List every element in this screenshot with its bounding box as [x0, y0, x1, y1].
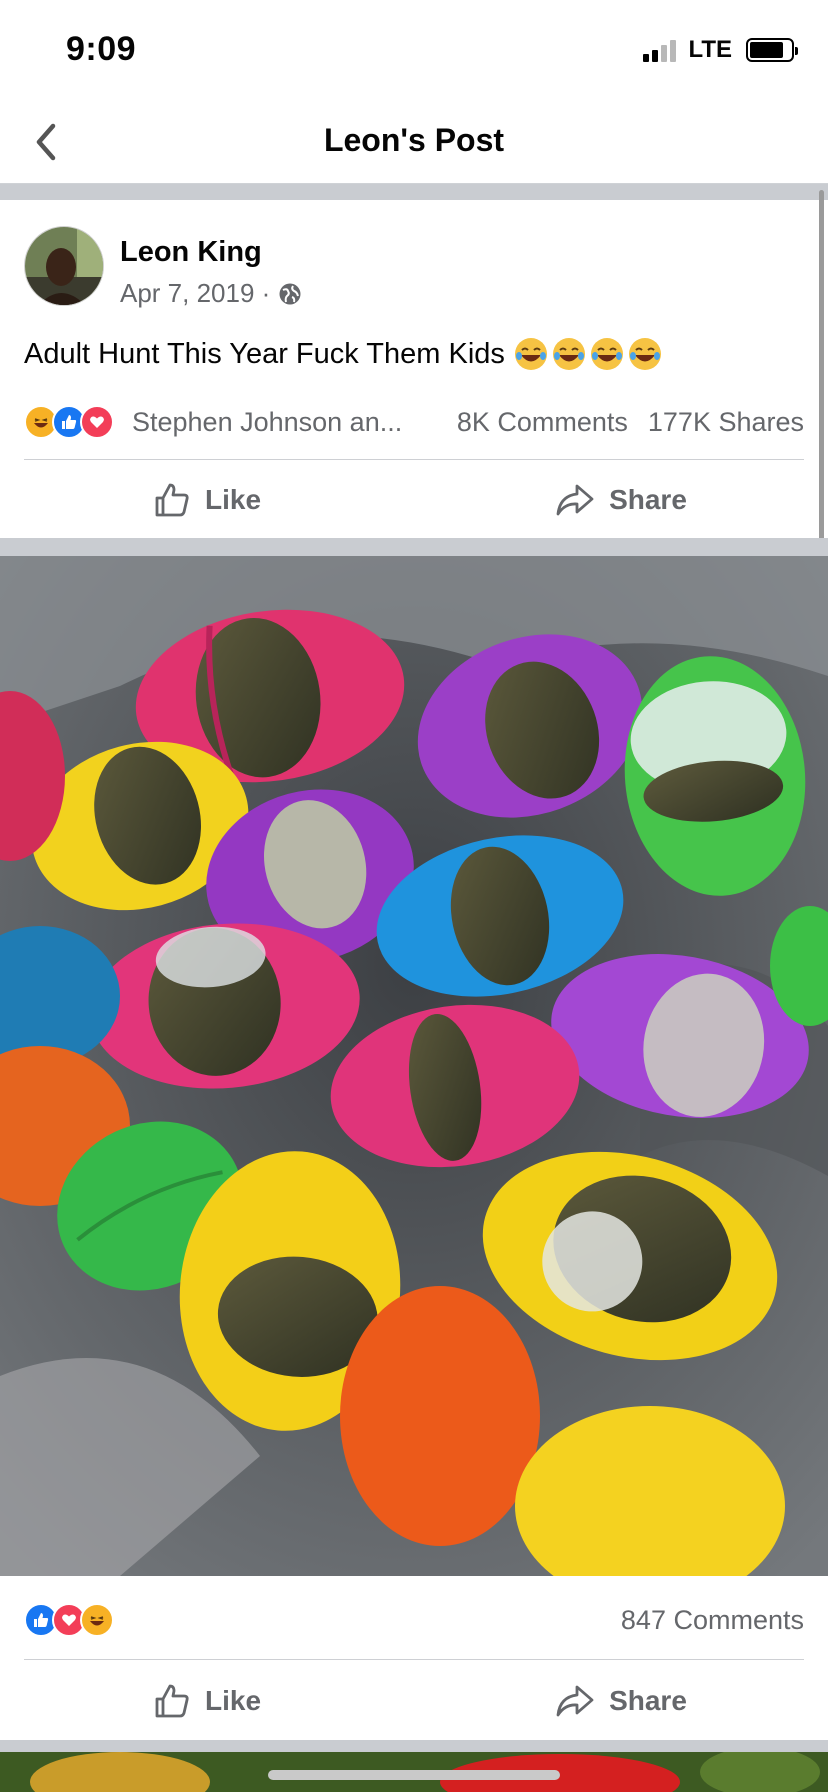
comments-count[interactable]: 8K Comments	[457, 407, 628, 438]
laughing-emoji-icon	[590, 338, 623, 370]
section-separator	[0, 184, 828, 200]
photo-stats: 847 Comments	[24, 1600, 804, 1640]
laughing-emoji-group	[513, 336, 663, 372]
post-photo[interactable]	[0, 556, 828, 1576]
reaction-icons[interactable]	[24, 1603, 114, 1637]
section-separator	[0, 538, 828, 556]
signal-icon	[643, 38, 677, 62]
page-title: Leon's Post	[323, 122, 505, 158]
divider	[24, 1659, 804, 1660]
post-actions: Like Share	[0, 464, 828, 536]
thumbs-up-icon	[155, 1684, 189, 1718]
like-button[interactable]: Like	[0, 1665, 414, 1737]
photo-comments-count[interactable]: 847 Comments	[621, 1605, 804, 1636]
haha-icon	[80, 1603, 114, 1637]
reaction-icons[interactable]	[24, 405, 114, 439]
share-button[interactable]: Share	[414, 464, 828, 536]
share-arrow-icon	[556, 1685, 594, 1717]
status-time: 9:09	[66, 30, 137, 68]
globe-icon	[279, 283, 301, 304]
photo-actions: Like Share	[0, 1665, 828, 1737]
home-indicator[interactable]	[268, 1770, 560, 1780]
share-label: Share	[609, 484, 687, 515]
post-stats: Stephen Johnson an... 8K Comments 177K S…	[24, 400, 804, 444]
laughing-emoji-icon	[628, 338, 661, 370]
divider	[24, 459, 804, 460]
post-date: Apr 7, 2019 ·	[120, 278, 271, 308]
love-icon	[80, 405, 114, 439]
network-type: LTE	[688, 36, 732, 63]
status-bar: 9:09 LTE	[0, 0, 828, 100]
share-button[interactable]: Share	[414, 1665, 828, 1737]
nav-header: Leon's Post	[0, 100, 828, 184]
laughing-emoji-icon	[514, 338, 547, 370]
avatar[interactable]	[24, 226, 104, 306]
like-button[interactable]: Like	[0, 464, 414, 536]
like-label: Like	[204, 1685, 262, 1716]
like-label: Like	[204, 484, 262, 515]
shares-count[interactable]: 177K Shares	[648, 407, 804, 438]
reactor-names[interactable]: Stephen Johnson an...	[132, 407, 402, 438]
status-indicators: LTE	[643, 36, 798, 64]
share-label: Share	[609, 1685, 687, 1716]
author-name[interactable]: Leon King	[120, 236, 262, 269]
thumbs-up-icon	[155, 483, 189, 517]
section-separator	[0, 1740, 828, 1752]
post-caption: Adult Hunt This Year Fuck Them Kids	[24, 337, 505, 370]
battery-icon	[746, 38, 798, 62]
share-arrow-icon	[556, 484, 594, 516]
post-text: Adult Hunt This Year Fuck Them Kids	[24, 336, 663, 372]
laughing-emoji-icon	[552, 338, 585, 370]
post-meta: Apr 7, 2019 ·	[120, 278, 302, 309]
